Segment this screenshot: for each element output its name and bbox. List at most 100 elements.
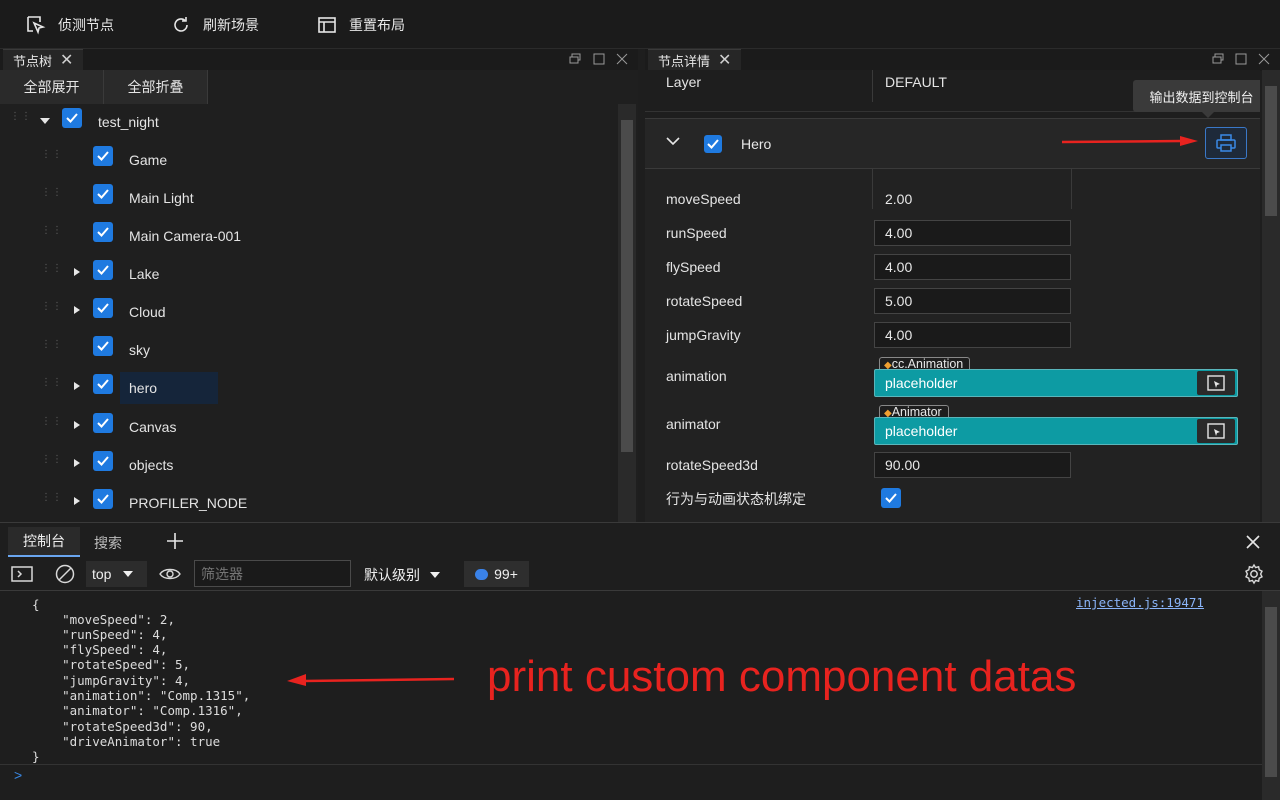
layer-value[interactable]: DEFAULT [885, 74, 947, 90]
expand-arrow-icon[interactable] [74, 268, 80, 276]
drag-grip-icon[interactable]: ⋮⋮ [41, 493, 62, 505]
expand-arrow-icon[interactable] [74, 459, 80, 467]
expand-arrow-icon[interactable] [74, 306, 80, 314]
jumpgravity-input[interactable]: 4.00 [874, 322, 1071, 348]
restore-icon[interactable] [568, 52, 582, 66]
scrollbar-thumb[interactable] [1265, 607, 1277, 777]
close-icon[interactable] [1245, 534, 1261, 550]
console-line: "driveAnimator": true [32, 734, 221, 749]
tab-node-tree[interactable]: 节点树 ✕ [3, 49, 84, 71]
prop-value-movespeed[interactable]: 2.00 [885, 191, 912, 207]
reset-layout-button[interactable]: 重置布局 [317, 13, 405, 37]
animation-object-field[interactable]: placeholder [874, 369, 1238, 397]
pick-object-button[interactable] [1197, 371, 1235, 395]
refresh-scene-button[interactable]: 刷新场景 [171, 13, 259, 37]
drag-grip-icon[interactable]: ⋮⋮ [10, 112, 31, 124]
node-label: Cloud [129, 304, 166, 320]
detail-tabbar: 节点详情 ✕ [645, 49, 1280, 71]
add-tab-icon[interactable] [165, 531, 185, 551]
close-icon[interactable]: ✕ [718, 52, 731, 69]
node-checkbox[interactable] [93, 260, 113, 280]
gear-icon[interactable] [1243, 563, 1265, 585]
drag-grip-icon[interactable]: ⋮⋮ [41, 378, 62, 390]
source-link[interactable]: injected.js:19471 [1076, 595, 1204, 610]
sidebar-toggle-icon[interactable] [11, 566, 33, 582]
rotatespeed3d-input[interactable]: 90.00 [874, 452, 1071, 478]
printer-icon [1216, 134, 1236, 152]
drag-grip-icon[interactable]: ⋮⋮ [41, 264, 62, 276]
level-select[interactable]: 默认级别 [364, 565, 440, 585]
tab-search[interactable]: 搜索 [94, 533, 122, 553]
tree-row-test-night[interactable]: ⋮⋮ test_night [0, 102, 616, 140]
console-scrollbar[interactable] [1262, 591, 1280, 800]
node-checkbox[interactable] [62, 108, 82, 128]
drag-grip-icon[interactable]: ⋮⋮ [41, 455, 62, 467]
expand-arrow-icon[interactable] [40, 118, 50, 124]
expand-all-button[interactable]: 全部展开 [0, 70, 104, 104]
select-cursor-icon [1207, 375, 1225, 391]
tree-row-main-camera[interactable]: ⋮⋮ Main Camera-001 [0, 216, 616, 254]
node-checkbox[interactable] [93, 451, 113, 471]
maximize-icon[interactable] [592, 52, 606, 66]
scrollbar-thumb[interactable] [1265, 86, 1277, 216]
tree-row-cloud[interactable]: ⋮⋮ Cloud [0, 292, 616, 330]
node-checkbox[interactable] [93, 413, 113, 433]
detail-scrollbar[interactable] [1262, 70, 1280, 522]
node-tree-panel: 全部展开 全部折叠 ⋮⋮ test_night ⋮⋮ Game ⋮⋮ Main … [0, 70, 638, 522]
node-label: Main Light [129, 190, 194, 206]
context-select[interactable]: top [86, 561, 147, 587]
tree-row-lake[interactable]: ⋮⋮ Lake [0, 254, 616, 292]
animator-object-field[interactable]: placeholder [874, 417, 1238, 445]
console-line: "moveSpeed": 2, [32, 612, 175, 627]
drag-grip-icon[interactable]: ⋮⋮ [41, 226, 62, 238]
node-checkbox[interactable] [93, 184, 113, 204]
drag-grip-icon[interactable]: ⋮⋮ [41, 188, 62, 200]
node-checkbox[interactable] [93, 336, 113, 356]
node-checkbox[interactable] [93, 374, 113, 394]
chevron-down-icon[interactable] [666, 136, 680, 146]
tab-node-details[interactable]: 节点详情 ✕ [648, 49, 742, 71]
filter-input[interactable] [194, 560, 351, 587]
flyspeed-input[interactable]: 4.00 [874, 254, 1071, 280]
tab-console[interactable]: 控制台 [8, 527, 80, 557]
pick-object-button[interactable] [1197, 419, 1235, 443]
drag-grip-icon[interactable]: ⋮⋮ [41, 150, 62, 162]
tree-row-game[interactable]: ⋮⋮ Game [0, 140, 616, 178]
close-panel-icon[interactable] [615, 52, 629, 66]
rotatespeed-input[interactable]: 5.00 [874, 288, 1071, 314]
expand-arrow-icon[interactable] [74, 497, 80, 505]
drag-grip-icon[interactable]: ⋮⋮ [41, 340, 62, 352]
expand-arrow-icon[interactable] [74, 382, 80, 390]
tree-scrollbar[interactable] [618, 104, 636, 522]
scrollbar-thumb[interactable] [621, 120, 633, 452]
restore-icon[interactable] [1211, 52, 1225, 66]
node-checkbox[interactable] [93, 222, 113, 242]
tab-node-details-label: 节点详情 [658, 54, 711, 69]
detect-node-button[interactable]: 侦测节点 [26, 13, 114, 37]
message-count: 99+ [494, 566, 518, 582]
node-checkbox[interactable] [93, 298, 113, 318]
message-count-badge[interactable]: 99+ [464, 561, 529, 587]
node-checkbox[interactable] [93, 146, 113, 166]
clear-console-icon[interactable] [54, 563, 76, 585]
tree-row-sky[interactable]: ⋮⋮ sky [0, 330, 616, 368]
collapse-all-button[interactable]: 全部折叠 [104, 70, 208, 104]
node-checkbox[interactable] [93, 489, 113, 509]
drive-animator-checkbox[interactable] [881, 488, 901, 508]
tree-row-objects[interactable]: ⋮⋮ objects [0, 445, 616, 483]
drag-grip-icon[interactable]: ⋮⋮ [41, 417, 62, 429]
expand-arrow-icon[interactable] [74, 421, 80, 429]
tree-row-canvas[interactable]: ⋮⋮ Canvas [0, 407, 616, 445]
component-enabled-checkbox[interactable] [704, 135, 722, 153]
tree-row-main-light[interactable]: ⋮⋮ Main Light [0, 178, 616, 216]
maximize-icon[interactable] [1234, 52, 1248, 66]
tree-row-hero[interactable]: ⋮⋮ hero [0, 368, 616, 406]
console-line: { [32, 597, 40, 612]
runspeed-input[interactable]: 4.00 [874, 220, 1071, 246]
close-icon[interactable]: ✕ [60, 52, 73, 69]
drag-grip-icon[interactable]: ⋮⋮ [41, 302, 62, 314]
print-to-console-button[interactable] [1205, 127, 1247, 159]
eye-icon[interactable] [159, 565, 181, 583]
close-panel-icon[interactable] [1257, 52, 1271, 66]
tree-row-profiler[interactable]: ⋮⋮ PROFILER_NODE [0, 483, 616, 521]
